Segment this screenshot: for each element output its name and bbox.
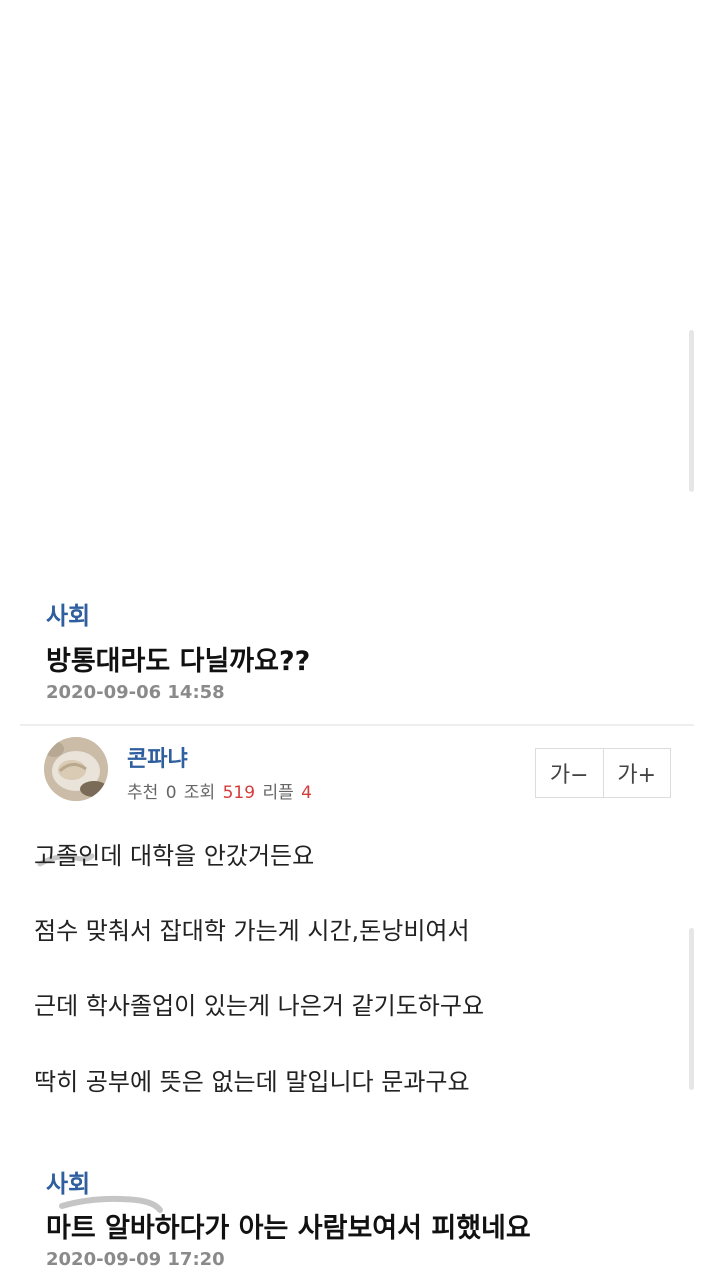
recommend-count: 0 <box>165 783 177 803</box>
replies-count: 4 <box>301 783 312 803</box>
avatar[interactable] <box>44 737 108 801</box>
post-stats: 추천 0 조회 519 리플 4 <box>127 778 314 803</box>
font-increase-button[interactable]: 가+ <box>602 749 671 797</box>
post2-category[interactable]: 사회 <box>46 1164 90 1199</box>
post2-date: 2020-09-09 17:20 <box>46 1249 225 1270</box>
body-line-2: 점수 맞춰서 잡대학 가는게 시간,돈낭비여서 <box>34 917 470 945</box>
header-divider <box>20 724 694 726</box>
body-line-3: 근데 학사졸업이 있는게 나은거 같기도하구요 <box>34 992 485 1020</box>
avatar-image <box>44 737 108 801</box>
post2-title[interactable]: 마트 알바하다가 아는 사람보여서 피했네요 <box>46 1206 531 1245</box>
body-line-4: 딱히 공부에 뜻은 없는데 말입니다 문과구요 <box>34 1068 470 1096</box>
author-name[interactable]: 콘파냐 <box>127 741 188 773</box>
replies-label: 리플 <box>262 783 294 803</box>
body-line-1: 고졸인데 대학을 안갔거든요 <box>34 842 315 870</box>
recommend-label: 추천 <box>127 783 159 803</box>
views-count: 519 <box>222 783 256 803</box>
post1-title: 방통대라도 다닐까요?? <box>46 646 311 677</box>
post1-category[interactable]: 사회 <box>46 596 90 631</box>
scrollbar-top[interactable] <box>689 330 694 492</box>
font-size-controls: 가− 가+ <box>535 748 671 798</box>
post1-date: 2020-09-06 14:58 <box>46 682 225 703</box>
font-decrease-button[interactable]: 가− <box>536 749 603 797</box>
views-label: 조회 <box>183 783 216 803</box>
scrollbar-bottom[interactable] <box>689 928 694 1090</box>
